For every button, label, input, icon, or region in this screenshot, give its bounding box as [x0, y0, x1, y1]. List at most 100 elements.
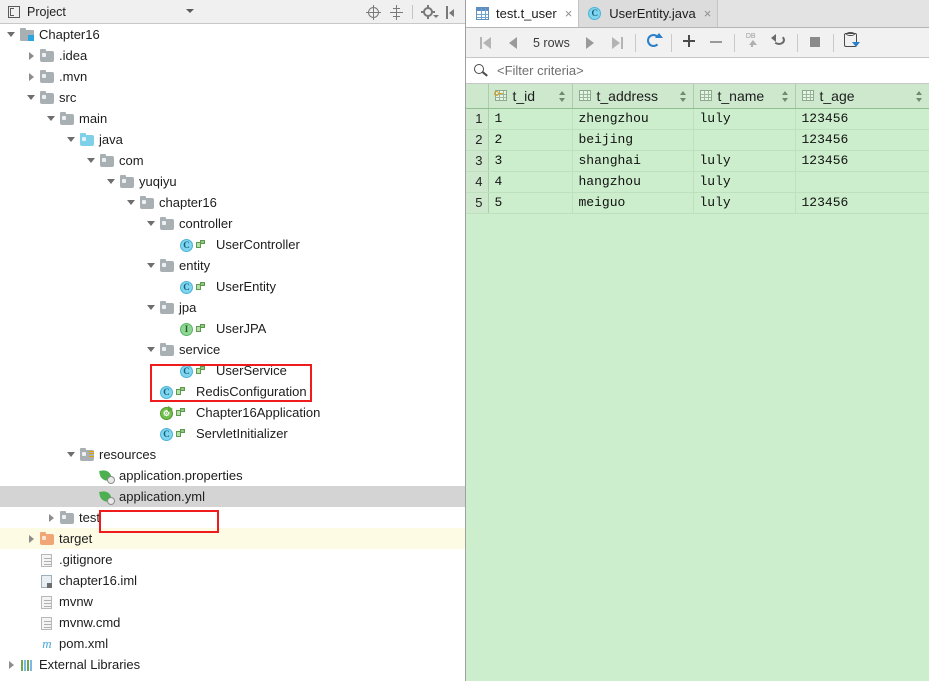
- tree-node-userentity[interactable]: C UserEntity: [0, 276, 465, 297]
- tree-node-usercontroller[interactable]: C UserController: [0, 234, 465, 255]
- editor-tab-userentity-java[interactable]: C UserEntity.java ×: [579, 0, 719, 27]
- tree-node-servletinitializer[interactable]: C ServletInitializer: [0, 423, 465, 444]
- next-page-button[interactable]: [577, 29, 604, 56]
- tree-node-redisconfiguration[interactable]: C RedisConfiguration: [0, 381, 465, 402]
- filter-criteria-input[interactable]: <Filter criteria>: [497, 63, 584, 78]
- table-row[interactable]: 3 3 shanghai luly 123456: [466, 150, 929, 172]
- cell-t_age[interactable]: 123456: [795, 129, 929, 151]
- column-header-t_name[interactable]: t_name: [693, 84, 796, 109]
- chevron-down-icon[interactable]: [86, 155, 97, 166]
- tree-node-java[interactable]: java: [0, 129, 465, 150]
- chevron-right-icon[interactable]: [26, 71, 37, 82]
- cancel-query-button[interactable]: [802, 29, 829, 56]
- chevron-right-icon[interactable]: [26, 50, 37, 61]
- data-grid[interactable]: t_id t_address t_name t_age 1 1 zhengzhou luly…: [466, 84, 929, 681]
- chevron-right-icon[interactable]: [6, 659, 17, 670]
- chevron-down-icon[interactable]: [186, 9, 194, 13]
- table-row[interactable]: 5 5 meiguo luly 123456: [466, 192, 929, 214]
- cell-t_id[interactable]: 4: [488, 171, 573, 193]
- tree-node-userjpa[interactable]: I UserJPA: [0, 318, 465, 339]
- cell-t_id[interactable]: 3: [488, 150, 573, 172]
- cell-t_name[interactable]: luly: [693, 150, 796, 172]
- gear-icon[interactable]: [421, 4, 439, 20]
- project-tree[interactable]: Chapter16 .idea .mvn src main java com yuqiyu ch…: [0, 24, 465, 681]
- tree-node-mvnw[interactable]: mvnw: [0, 591, 465, 612]
- chevron-down-icon[interactable]: [146, 344, 157, 355]
- cell-t_name[interactable]: luly: [693, 108, 796, 130]
- chevron-down-icon[interactable]: [66, 449, 77, 460]
- tree-node-application-properties[interactable]: application.properties: [0, 465, 465, 486]
- cell-t_name[interactable]: [693, 129, 796, 151]
- cell-t_id[interactable]: 5: [488, 192, 573, 214]
- column-header-t_id[interactable]: t_id: [488, 84, 573, 109]
- tree-node-external-libraries[interactable]: External Libraries: [0, 654, 465, 675]
- editor-tab-test-t-user[interactable]: test.t_user ×: [466, 0, 580, 27]
- tree-node-src[interactable]: src: [0, 87, 465, 108]
- chevron-down-icon[interactable]: [6, 29, 17, 40]
- cell-t_age[interactable]: [795, 171, 929, 193]
- tree-node-com[interactable]: com: [0, 150, 465, 171]
- cell-t_age[interactable]: 123456: [795, 108, 929, 130]
- cell-t_age[interactable]: 123456: [795, 192, 929, 214]
- tree-node-chapter16[interactable]: chapter16: [0, 192, 465, 213]
- tree-node-idea[interactable]: .idea: [0, 45, 465, 66]
- tree-node-gitignore[interactable]: .gitignore: [0, 549, 465, 570]
- tree-node-chapter16application[interactable]: ⚙ Chapter16Application: [0, 402, 465, 423]
- last-page-button[interactable]: [604, 29, 631, 56]
- delete-row-button[interactable]: [703, 29, 730, 56]
- tree-node-application-yml[interactable]: application.yml: [0, 486, 465, 507]
- tree-node-userservice[interactable]: C UserService: [0, 360, 465, 381]
- cell-t_address[interactable]: beijing: [572, 129, 694, 151]
- cell-t_address[interactable]: zhengzhou: [572, 108, 694, 130]
- edit-source-button[interactable]: [838, 29, 865, 56]
- tree-node-test[interactable]: test: [0, 507, 465, 528]
- close-icon[interactable]: ×: [704, 6, 712, 21]
- chevron-down-icon[interactable]: [26, 92, 37, 103]
- chevron-down-icon[interactable]: [66, 134, 77, 145]
- close-icon[interactable]: ×: [565, 6, 573, 21]
- cell-t_id[interactable]: 2: [488, 129, 573, 151]
- table-row[interactable]: 4 4 hangzhou luly: [466, 171, 929, 193]
- chevron-down-icon[interactable]: [46, 113, 57, 124]
- tree-node-target[interactable]: target: [0, 528, 465, 549]
- tree-node-chapter16[interactable]: Chapter16: [0, 24, 465, 45]
- tree-node-entity[interactable]: entity: [0, 255, 465, 276]
- chevron-down-icon[interactable]: [126, 197, 137, 208]
- revert-changes-button[interactable]: [766, 29, 793, 56]
- sort-indicator-icon[interactable]: [781, 91, 789, 102]
- column-header-t_age[interactable]: t_age: [795, 84, 929, 109]
- tree-node-mvnw-cmd[interactable]: mvnw.cmd: [0, 612, 465, 633]
- cell-t_age[interactable]: 123456: [795, 150, 929, 172]
- sort-indicator-icon[interactable]: [915, 91, 923, 102]
- tree-node-resources[interactable]: resources: [0, 444, 465, 465]
- tree-node-controller[interactable]: controller: [0, 213, 465, 234]
- reload-button[interactable]: [640, 29, 667, 56]
- table-row[interactable]: 1 1 zhengzhou luly 123456: [466, 108, 929, 130]
- previous-page-button[interactable]: [499, 29, 526, 56]
- cell-t_address[interactable]: shanghai: [572, 150, 694, 172]
- tree-node-service[interactable]: service: [0, 339, 465, 360]
- add-row-button[interactable]: [676, 29, 703, 56]
- tree-node-jpa[interactable]: jpa: [0, 297, 465, 318]
- chevron-down-icon[interactable]: [146, 260, 157, 271]
- cell-t_address[interactable]: meiguo: [572, 192, 694, 214]
- chevron-right-icon[interactable]: [26, 533, 37, 544]
- locate-icon[interactable]: [366, 4, 381, 20]
- cell-t_address[interactable]: hangzhou: [572, 171, 694, 193]
- cell-t_name[interactable]: luly: [693, 171, 796, 193]
- tree-node-pom-xml[interactable]: m pom.xml: [0, 633, 465, 654]
- chevron-down-icon[interactable]: [146, 302, 157, 313]
- column-header-t_address[interactable]: t_address: [572, 84, 694, 109]
- chevron-right-icon[interactable]: [46, 512, 57, 523]
- cell-t_id[interactable]: 1: [488, 108, 573, 130]
- tree-node-chapter16-iml[interactable]: chapter16.iml: [0, 570, 465, 591]
- first-page-button[interactable]: [472, 29, 499, 56]
- chevron-down-icon[interactable]: [146, 218, 157, 229]
- tree-node-main[interactable]: main: [0, 108, 465, 129]
- tree-node-mvn[interactable]: .mvn: [0, 66, 465, 87]
- hide-panel-icon[interactable]: [444, 5, 459, 20]
- tree-node-yuqiyu[interactable]: yuqiyu: [0, 171, 465, 192]
- cell-t_name[interactable]: luly: [693, 192, 796, 214]
- chevron-down-icon[interactable]: [106, 176, 117, 187]
- sort-indicator-icon[interactable]: [679, 91, 687, 102]
